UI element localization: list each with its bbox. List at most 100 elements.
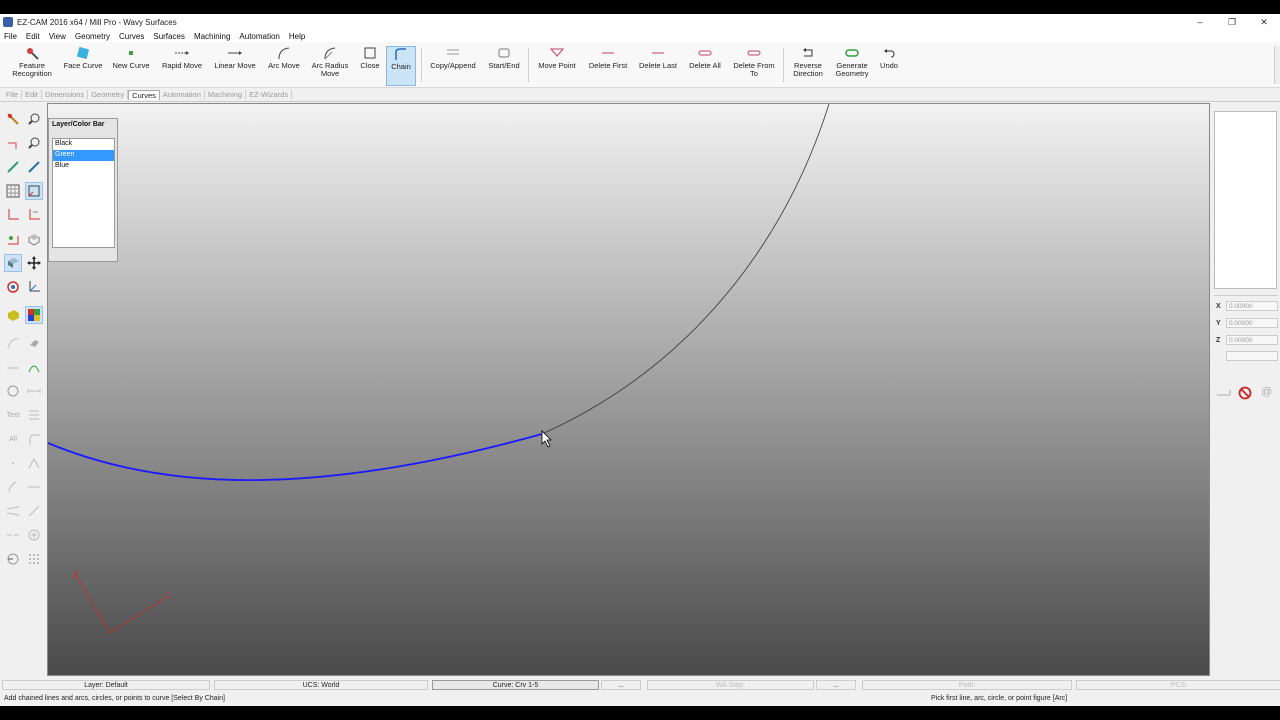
axis-view-icon[interactable] [4, 206, 22, 224]
status-layer[interactable]: Layer: Default [2, 680, 210, 690]
menu-curves[interactable]: Curves [119, 32, 144, 41]
tab-automation[interactable]: Automation [160, 90, 205, 99]
grid-icon[interactable] [4, 182, 22, 200]
rotate-view-icon[interactable] [4, 278, 22, 296]
delete-from-to-button[interactable]: Delete From To [731, 46, 777, 86]
chamfer-tool-icon[interactable] [25, 454, 43, 472]
snap-center-icon[interactable] [25, 526, 43, 544]
menu-surfaces[interactable]: Surfaces [153, 32, 185, 41]
break-tool-icon[interactable] [4, 526, 22, 544]
pan-icon[interactable] [25, 254, 43, 272]
tab-file[interactable]: File [3, 90, 23, 99]
status-pcs[interactable]: PCS: [1076, 680, 1280, 690]
corner-view-icon[interactable] [25, 182, 43, 200]
arc-move-button[interactable]: Arc Move [264, 46, 304, 86]
layer-item-green[interactable]: Green [53, 150, 114, 161]
tab-ez-wizards[interactable]: EZ-Wizards [246, 90, 293, 99]
menu-machining[interactable]: Machining [194, 32, 230, 41]
new-curve-button[interactable]: New Curve [110, 46, 152, 86]
menu-view[interactable]: View [49, 32, 66, 41]
cancel-icon[interactable] [1238, 386, 1252, 402]
menu-automation[interactable]: Automation [239, 32, 279, 41]
delete-all-button[interactable]: Delete All [686, 46, 724, 86]
snap-circle-icon[interactable] [4, 550, 22, 568]
point-tool-icon[interactable] [4, 454, 22, 472]
layer-list: Black Green Blue [52, 138, 115, 248]
reverse-direction-button[interactable]: Reverse Direction [788, 46, 828, 86]
color-palette-icon[interactable] [25, 306, 43, 324]
spline-tool-icon[interactable] [4, 334, 22, 352]
feature-recognition-button[interactable]: Feature Recognition [10, 46, 54, 86]
layer-item-black[interactable]: Black [53, 139, 114, 150]
copy-append-button[interactable]: Copy/Append [428, 46, 478, 86]
ucs-icon[interactable] [25, 278, 43, 296]
arc-move-icon [276, 46, 292, 60]
edit-curve-alt-icon[interactable] [25, 158, 43, 176]
offset-tool-icon[interactable] [25, 478, 43, 496]
eraser-icon[interactable] [25, 334, 43, 352]
undo-button[interactable]: Undo [876, 46, 902, 86]
enter-icon[interactable] [1216, 387, 1232, 401]
line-tool-icon[interactable] [4, 358, 22, 376]
minimize-button[interactable]: – [1184, 14, 1216, 30]
edit-curve-icon[interactable] [4, 158, 22, 176]
fillet-tool-icon[interactable] [25, 430, 43, 448]
delete-last-button[interactable]: Delete Last [637, 46, 679, 86]
delete-first-button[interactable]: Delete First [586, 46, 630, 86]
z-coordinate-input[interactable] [1226, 335, 1278, 345]
hatch-tool-icon[interactable] [25, 406, 43, 424]
x-coordinate-input[interactable] [1226, 301, 1278, 311]
status-path[interactable]: Path: [862, 680, 1072, 690]
tab-curves[interactable]: Curves [128, 89, 160, 100]
curve-sketch-icon[interactable] [4, 478, 22, 496]
graphics-viewport[interactable] [47, 103, 1210, 676]
zoom-window-icon[interactable] [25, 110, 43, 128]
restore-button[interactable]: ❐ [1216, 14, 1248, 30]
menu-edit[interactable]: Edit [26, 32, 40, 41]
status-wa-more-button[interactable]: ... [816, 680, 856, 690]
text-tool-label[interactable]: Text [4, 406, 22, 424]
solid-icon[interactable] [4, 306, 22, 324]
select-tool-icon[interactable] [4, 110, 22, 128]
trim-tool-icon[interactable] [4, 134, 22, 152]
at-sign-icon[interactable]: @ [1261, 386, 1272, 398]
extra-input[interactable] [1226, 351, 1278, 361]
circle-tool-icon[interactable] [4, 382, 22, 400]
tab-geometry[interactable]: Geometry [88, 90, 129, 99]
status-wa-step[interactable]: WA Step: [647, 680, 814, 690]
menu-help[interactable]: Help [289, 32, 305, 41]
start-end-button[interactable]: Start/End [486, 46, 522, 86]
axis-view-alt-icon[interactable] [25, 206, 43, 224]
shaded-view-icon[interactable] [4, 254, 22, 272]
tab-machining[interactable]: Machining [205, 90, 247, 99]
dimension-tool-icon[interactable] [25, 382, 43, 400]
arc-radius-move-button[interactable]: Arc Radius Move [309, 46, 351, 86]
mirror-tool-icon[interactable] [4, 502, 22, 520]
generate-geometry-button[interactable]: Generate Geometry [832, 46, 872, 86]
tab-dimensions[interactable]: Dimensions [42, 90, 89, 99]
status-curve-more-button[interactable]: ... [601, 680, 641, 690]
plane-view-icon[interactable] [4, 230, 22, 248]
y-coordinate-input[interactable] [1226, 318, 1278, 328]
move-point-button[interactable]: Move Point [536, 46, 578, 86]
linear-move-button[interactable]: Linear Move [212, 46, 258, 86]
zoom-icon[interactable] [25, 134, 43, 152]
layer-item-blue[interactable]: Blue [53, 161, 114, 172]
ribbon-scroll-handle[interactable] [1274, 46, 1280, 84]
menu-file[interactable]: File [4, 32, 17, 41]
face-curve-button[interactable]: Face Curve [62, 46, 104, 86]
iso-view-icon[interactable] [25, 230, 43, 248]
y-coordinate: Y [1216, 317, 1278, 329]
extend-tool-icon[interactable] [25, 502, 43, 520]
close-window-button[interactable]: ✕ [1248, 14, 1280, 30]
arc-tool-icon[interactable] [25, 358, 43, 376]
select-all-label[interactable]: All [4, 430, 22, 448]
chain-button[interactable]: Chain [386, 46, 416, 86]
status-curve[interactable]: Curve: Crv 1-5 [432, 680, 599, 690]
rapid-move-button[interactable]: Rapid Move [160, 46, 204, 86]
menu-geometry[interactable]: Geometry [75, 32, 110, 41]
snap-grid-icon[interactable] [25, 550, 43, 568]
status-ucs[interactable]: UCS: World [214, 680, 428, 690]
close-curve-button[interactable]: Close [357, 46, 383, 86]
tab-edit[interactable]: Edit [22, 90, 43, 99]
